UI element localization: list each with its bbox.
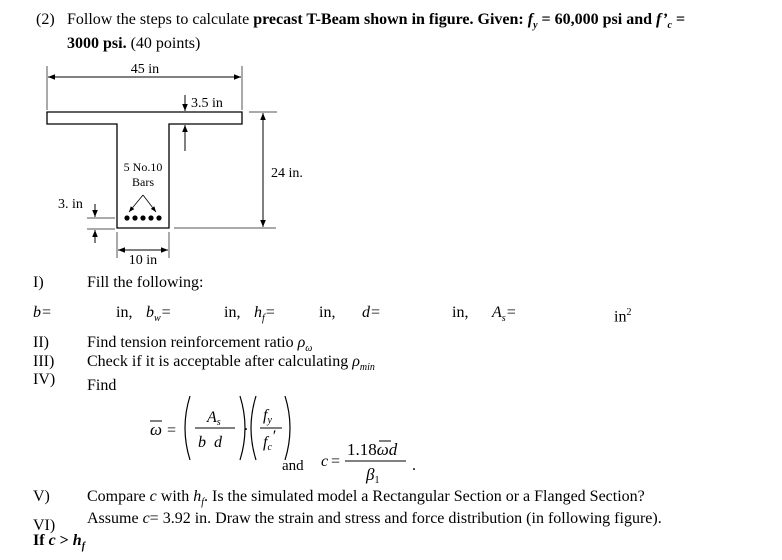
condition-c-greater-hf: If c > hf bbox=[33, 532, 86, 553]
frac2-numerator: fy bbox=[263, 407, 272, 426]
step-4-text: Find bbox=[87, 377, 117, 394]
c-equals: = bbox=[331, 453, 340, 470]
hf-field-label: hf= bbox=[254, 304, 276, 325]
step-4-number: IV) bbox=[33, 371, 56, 388]
c-denominator: β1 bbox=[365, 465, 379, 486]
b-field-label: b= bbox=[33, 304, 52, 321]
rebar-dot bbox=[148, 215, 154, 221]
step-5-number: V) bbox=[33, 488, 50, 505]
cover-label: 3. in bbox=[58, 197, 83, 212]
c-numerator: 1.18ωd bbox=[347, 440, 398, 459]
unit-in-3: in, bbox=[319, 304, 336, 321]
bars-label-line-2: Bars bbox=[132, 175, 154, 189]
bw-field-label: bw= bbox=[146, 304, 172, 325]
step-1-number: I) bbox=[33, 274, 44, 291]
step-6-text: Assume c= 3.92 in. Draw the strain and s… bbox=[87, 510, 662, 527]
and-text: and bbox=[282, 458, 304, 474]
frac1-numerator: As bbox=[206, 409, 221, 428]
step-3-text: Check if it is acceptable after calculat… bbox=[87, 353, 375, 374]
step-3-number: III) bbox=[33, 353, 55, 370]
flange-width-label: 45 in bbox=[131, 62, 159, 77]
c-symbol: c bbox=[321, 453, 328, 470]
unit-in-2: in, bbox=[224, 304, 241, 321]
d-field-label: d= bbox=[362, 304, 381, 321]
formula-period: . bbox=[412, 457, 416, 474]
web-width-label: 10 in bbox=[129, 253, 157, 268]
formula-omega: ω = As b d . fy fc′ and c = 1.18ωd β1 . bbox=[150, 395, 416, 486]
multiply-dot: . bbox=[244, 417, 248, 434]
right-paren-2 bbox=[284, 395, 291, 461]
as-field-label: As= bbox=[492, 304, 517, 325]
t-beam-figure: 45 in 3.5 in 24 in. 5 No.10 Bars 3. in 1… bbox=[46, 62, 303, 268]
unit-in-4: in, bbox=[452, 304, 469, 321]
step-2-number: II) bbox=[33, 334, 49, 351]
frac2-denominator: fc′ bbox=[263, 428, 276, 453]
bars-pointer-left bbox=[128, 194, 144, 213]
rho-omega-symbol: ρω bbox=[297, 334, 313, 355]
bars-label-line-1: 5 No.10 bbox=[124, 160, 163, 174]
rebar-dot bbox=[140, 215, 146, 221]
rebar-dot bbox=[124, 215, 130, 221]
unit-in-1: in, bbox=[116, 304, 133, 321]
omega-bar-symbol: ω bbox=[150, 420, 162, 439]
frac1-denominator: b d bbox=[198, 434, 223, 451]
total-height-label: 24 in. bbox=[271, 166, 303, 181]
flange-thickness-label: 3.5 in bbox=[191, 96, 223, 111]
bars-pointer-right bbox=[142, 194, 157, 213]
left-paren-2 bbox=[250, 395, 257, 461]
rebar-group bbox=[124, 215, 162, 221]
unit-in-squared: in2 bbox=[614, 307, 632, 326]
rho-min-symbol: ρmin bbox=[352, 353, 375, 374]
rebar-dot bbox=[132, 215, 138, 221]
omega-equals: = bbox=[167, 422, 176, 439]
step-1-text: Fill the following: bbox=[87, 274, 204, 291]
rebar-dot bbox=[156, 215, 162, 221]
left-paren-1 bbox=[184, 395, 191, 461]
